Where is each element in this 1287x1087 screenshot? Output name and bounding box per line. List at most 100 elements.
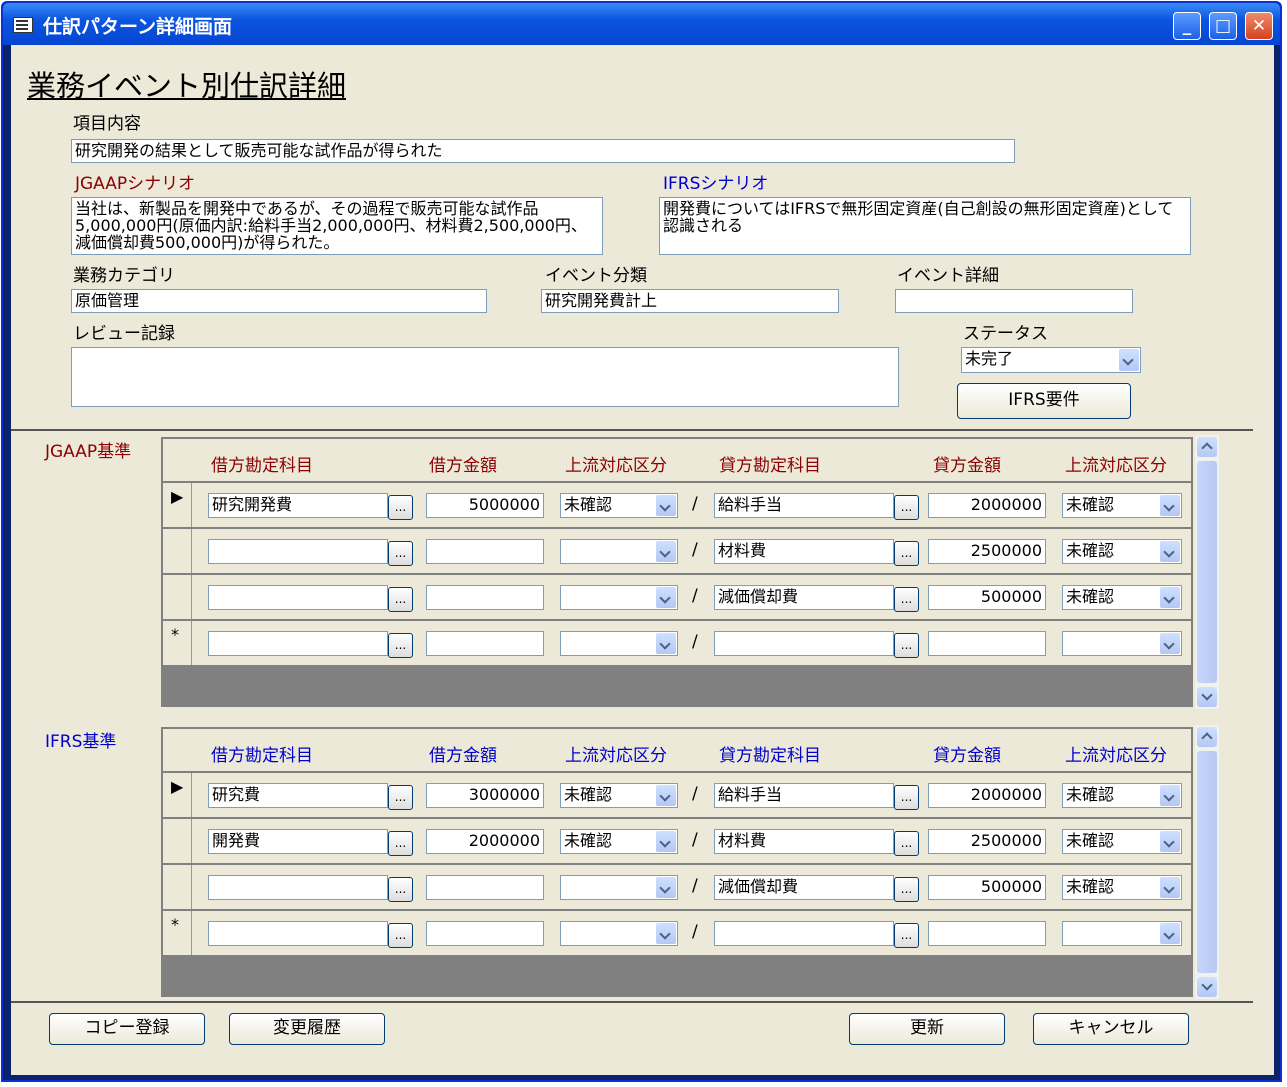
lookup-button[interactable]: ... xyxy=(388,495,413,520)
ifrs-requirements-button[interactable]: IFRS要件 xyxy=(957,383,1131,419)
close-button[interactable]: ✕ xyxy=(1245,12,1273,40)
chevron-down-icon[interactable] xyxy=(1160,541,1180,562)
ifrs-debit-amount[interactable]: 3000000 xyxy=(426,783,544,808)
lookup-button[interactable]: ... xyxy=(388,587,413,612)
jgaap-row-selector[interactable] xyxy=(163,529,192,573)
jgaap-credit-flag-select[interactable]: 未確認 xyxy=(1062,585,1182,610)
cancel-button[interactable]: キャンセル xyxy=(1033,1013,1189,1045)
ifrs-credit-account[interactable]: 給料手当 xyxy=(714,783,894,808)
jgaap-credit-flag-select[interactable]: 未確認 xyxy=(1062,493,1182,518)
status-select[interactable]: 未完了 xyxy=(961,347,1141,373)
lookup-button[interactable]: ... xyxy=(388,785,413,810)
ifrs-credit-flag-select[interactable]: 未確認 xyxy=(1062,875,1182,900)
item-content-field[interactable]: 研究開発の結果として販売可能な試作品が得られた xyxy=(71,139,1015,163)
ifrs-credit-amount[interactable]: 2000000 xyxy=(928,783,1046,808)
ifrs-scrollbar[interactable] xyxy=(1195,725,1219,999)
event-class-field[interactable]: 研究開発費計上 xyxy=(541,289,839,313)
lookup-button[interactable]: ... xyxy=(388,923,413,948)
ifrs-scenario-field[interactable]: 開発費についてはIFRSで無形固定資産(自己創設の無形固定資産)として認識される xyxy=(659,197,1191,255)
chevron-down-icon[interactable] xyxy=(1160,587,1180,608)
lookup-button[interactable]: ... xyxy=(894,587,919,612)
chevron-down-icon[interactable] xyxy=(656,633,676,654)
lookup-button[interactable]: ... xyxy=(388,877,413,902)
chevron-down-icon[interactable] xyxy=(1160,633,1180,654)
ifrs-row-selector[interactable] xyxy=(163,819,192,863)
lookup-button[interactable]: ... xyxy=(894,541,919,566)
ifrs-debit-account[interactable] xyxy=(208,875,388,900)
lookup-button[interactable]: ... xyxy=(894,877,919,902)
ifrs-debit-account[interactable]: 開発費 xyxy=(208,829,388,854)
ifrs-credit-account[interactable]: 材料費 xyxy=(714,829,894,854)
jgaap-debit-amount[interactable] xyxy=(426,631,544,656)
jgaap-scrollbar[interactable] xyxy=(1195,435,1219,709)
scroll-up-icon[interactable] xyxy=(1197,727,1217,747)
ifrs-debit-account[interactable]: 研究費 xyxy=(208,783,388,808)
ifrs-credit-account[interactable] xyxy=(714,921,894,946)
lookup-button[interactable]: ... xyxy=(894,831,919,856)
ifrs-debit-flag-select[interactable]: 未確認 xyxy=(560,829,678,854)
ifrs-credit-flag-select[interactable]: 未確認 xyxy=(1062,829,1182,854)
jgaap-debit-flag-select[interactable] xyxy=(560,631,678,656)
jgaap-credit-amount[interactable]: 2500000 xyxy=(928,539,1046,564)
update-button[interactable]: 更新 xyxy=(849,1013,1005,1045)
chevron-down-icon[interactable] xyxy=(1160,923,1180,944)
jgaap-credit-amount[interactable]: 2000000 xyxy=(928,493,1046,518)
event-detail-field[interactable] xyxy=(895,289,1133,313)
jgaap-debit-flag-select[interactable] xyxy=(560,585,678,610)
ifrs-debit-amount[interactable] xyxy=(426,875,544,900)
jgaap-credit-amount[interactable]: 500000 xyxy=(928,585,1046,610)
jgaap-credit-account[interactable] xyxy=(714,631,894,656)
ifrs-debit-flag-select[interactable]: 未確認 xyxy=(560,783,678,808)
jgaap-row-selector[interactable]: ▶ xyxy=(163,483,192,527)
title-bar[interactable]: 仕訳パターン詳細画面 _ □ ✕ xyxy=(3,3,1280,45)
ifrs-credit-flag-select[interactable]: 未確認 xyxy=(1062,783,1182,808)
jgaap-row-selector[interactable] xyxy=(163,575,192,619)
jgaap-debit-account[interactable] xyxy=(208,539,388,564)
copy-register-button[interactable]: コピー登録 xyxy=(49,1013,205,1045)
jgaap-scenario-field[interactable]: 当社は、新製品を開発中であるが、その過程で販売可能な試作品5,000,000円(… xyxy=(71,197,603,255)
ifrs-credit-flag-select[interactable] xyxy=(1062,921,1182,946)
ifrs-credit-amount[interactable]: 2500000 xyxy=(928,829,1046,854)
chevron-down-icon[interactable] xyxy=(656,785,676,806)
jgaap-debit-flag-select[interactable] xyxy=(560,539,678,564)
ifrs-credit-amount[interactable]: 500000 xyxy=(928,875,1046,900)
jgaap-credit-amount[interactable] xyxy=(928,631,1046,656)
lookup-button[interactable]: ... xyxy=(388,541,413,566)
chevron-down-icon[interactable] xyxy=(656,831,676,852)
ifrs-row-selector[interactable]: ▶ xyxy=(163,773,192,817)
scroll-thumb[interactable] xyxy=(1197,751,1217,973)
chevron-down-icon[interactable] xyxy=(656,923,676,944)
scroll-down-icon[interactable] xyxy=(1197,687,1217,707)
jgaap-debit-account[interactable] xyxy=(208,585,388,610)
maximize-button[interactable]: □ xyxy=(1209,12,1237,40)
lookup-button[interactable]: ... xyxy=(388,633,413,658)
chevron-down-icon[interactable] xyxy=(656,541,676,562)
ifrs-debit-flag-select[interactable] xyxy=(560,921,678,946)
lookup-button[interactable]: ... xyxy=(894,785,919,810)
jgaap-credit-account[interactable]: 材料費 xyxy=(714,539,894,564)
ifrs-row-selector[interactable]: * xyxy=(163,911,192,955)
ifrs-row-selector[interactable] xyxy=(163,865,192,909)
jgaap-debit-account[interactable]: 研究開発費 xyxy=(208,493,388,518)
jgaap-debit-flag-select[interactable]: 未確認 xyxy=(560,493,678,518)
scroll-thumb[interactable] xyxy=(1197,461,1217,683)
ifrs-credit-amount[interactable] xyxy=(928,921,1046,946)
scroll-up-icon[interactable] xyxy=(1197,437,1217,457)
chevron-down-icon[interactable] xyxy=(1160,785,1180,806)
minimize-button[interactable]: _ xyxy=(1173,12,1201,40)
jgaap-credit-account[interactable]: 減価償却費 xyxy=(714,585,894,610)
chevron-down-icon[interactable] xyxy=(1160,495,1180,516)
ifrs-credit-account[interactable]: 減価償却費 xyxy=(714,875,894,900)
change-history-button[interactable]: 変更履歴 xyxy=(229,1013,385,1045)
chevron-down-icon[interactable] xyxy=(656,877,676,898)
chevron-down-icon[interactable] xyxy=(1160,877,1180,898)
jgaap-credit-flag-select[interactable]: 未確認 xyxy=(1062,539,1182,564)
lookup-button[interactable]: ... xyxy=(388,831,413,856)
ifrs-debit-account[interactable] xyxy=(208,921,388,946)
chevron-down-icon[interactable] xyxy=(656,495,676,516)
jgaap-credit-account[interactable]: 給料手当 xyxy=(714,493,894,518)
scroll-down-icon[interactable] xyxy=(1197,977,1217,997)
lookup-button[interactable]: ... xyxy=(894,495,919,520)
review-field[interactable] xyxy=(71,347,899,407)
ifrs-debit-amount[interactable]: 2000000 xyxy=(426,829,544,854)
